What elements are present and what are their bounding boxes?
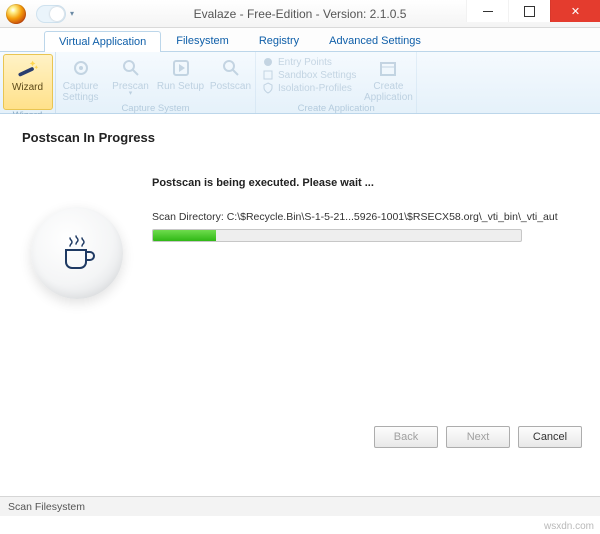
shield-icon bbox=[262, 82, 274, 94]
tab-filesystem[interactable]: Filesystem bbox=[161, 30, 244, 51]
wizard-button[interactable]: Wizard bbox=[3, 54, 53, 110]
tab-advanced-settings[interactable]: Advanced Settings bbox=[314, 30, 436, 51]
quick-access-toolbar: ▾ bbox=[36, 5, 74, 23]
dot-icon bbox=[262, 56, 274, 68]
box-icon bbox=[262, 69, 274, 81]
cancel-button[interactable]: Cancel bbox=[518, 426, 582, 448]
search-icon bbox=[119, 56, 143, 80]
entry-points-button[interactable]: Entry Points bbox=[262, 56, 356, 68]
tab-virtual-application[interactable]: Virtual Application bbox=[44, 31, 161, 52]
ribbon: Wizard Wizard Capture Settings Prescan ▾… bbox=[0, 52, 600, 114]
run-setup-button[interactable]: Run Setup bbox=[157, 54, 205, 103]
sandbox-settings-button[interactable]: Sandbox Settings bbox=[262, 69, 356, 81]
status-text: Postscan is being executed. Please wait … bbox=[152, 177, 578, 189]
back-button[interactable]: Back bbox=[374, 426, 438, 448]
minimize-button[interactable] bbox=[466, 0, 508, 22]
titlebar: ▾ Evalaze - Free-Edition - Version: 2.1.… bbox=[0, 0, 600, 28]
tab-registry[interactable]: Registry bbox=[244, 30, 314, 51]
wizard-label: Wizard bbox=[12, 82, 43, 93]
postscan-button[interactable]: Postscan bbox=[207, 54, 255, 103]
status-bar: Scan Filesystem bbox=[0, 496, 600, 516]
coffee-cup-icon bbox=[54, 230, 100, 276]
isolation-profiles-button[interactable]: Isolation-Profiles bbox=[262, 82, 356, 94]
next-button[interactable]: Next bbox=[446, 426, 510, 448]
progress-fill bbox=[153, 230, 216, 241]
package-icon bbox=[376, 56, 400, 80]
page-heading: Postscan In Progress bbox=[22, 130, 578, 145]
scan-directory-label: Scan Directory: bbox=[152, 211, 227, 223]
maximize-button[interactable] bbox=[508, 0, 550, 22]
settings-icon bbox=[69, 56, 93, 80]
app-menu-orb[interactable] bbox=[6, 4, 26, 24]
prescan-button[interactable]: Prescan ▾ bbox=[107, 54, 155, 103]
scan-directory-path: C:\$Recycle.Bin\S-1-5-21...5926-1001\$RS… bbox=[227, 211, 558, 223]
wand-icon bbox=[16, 57, 40, 81]
qat-toggle[interactable] bbox=[36, 5, 66, 23]
chevron-down-icon: ▾ bbox=[129, 92, 133, 96]
search-icon bbox=[219, 56, 243, 80]
progress-bar bbox=[152, 229, 522, 242]
close-button[interactable] bbox=[550, 0, 600, 22]
run-icon bbox=[169, 56, 193, 80]
progress-illustration bbox=[22, 173, 132, 299]
scan-directory-line: Scan Directory: C:\$Recycle.Bin\S-1-5-21… bbox=[152, 211, 578, 223]
create-application-button[interactable]: Create Application bbox=[364, 54, 412, 103]
main-panel: Postscan In Progress Postscan is being e… bbox=[0, 114, 600, 494]
watermark: wsxdn.com bbox=[544, 521, 594, 532]
qat-dropdown-icon[interactable]: ▾ bbox=[70, 9, 74, 18]
status-text: Scan Filesystem bbox=[8, 501, 85, 513]
capture-settings-button[interactable]: Capture Settings bbox=[57, 54, 105, 103]
ribbon-tabs: Virtual Application Filesystem Registry … bbox=[0, 28, 600, 52]
